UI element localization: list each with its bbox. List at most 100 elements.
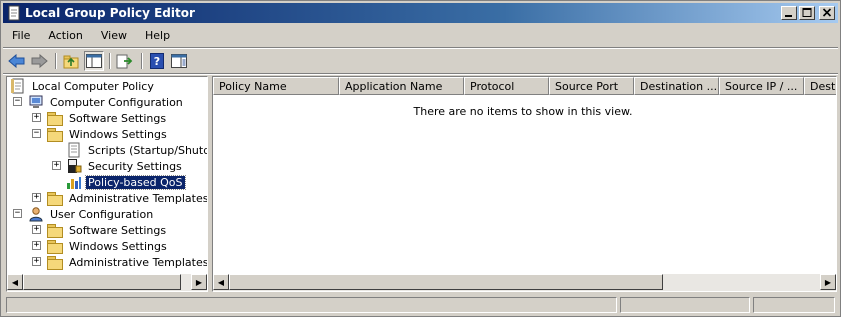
tree-item-label: Windows Settings <box>69 127 167 141</box>
tree-item-computer-configuration[interactable]: Computer Configuration <box>28 94 185 110</box>
folder-open-icon <box>47 127 63 142</box>
toolbar-separator <box>55 53 57 69</box>
list-header: Policy Name Application Name Protocol So… <box>213 77 836 95</box>
security-settings-icon <box>68 159 82 173</box>
scroll-thumb[interactable] <box>23 274 181 290</box>
back-icon <box>8 54 25 68</box>
scroll-thumb[interactable] <box>229 274 663 290</box>
status-panel <box>753 297 835 313</box>
tree-item-security-settings[interactable]: Security Settings <box>66 158 184 174</box>
up-folder-icon <box>63 55 79 69</box>
list-horizontal-scrollbar[interactable]: ◀ ▶ <box>213 274 836 291</box>
tree-horizontal-scrollbar[interactable]: ◀ ▶ <box>7 274 207 291</box>
properties-button[interactable] <box>169 51 189 71</box>
export-list-icon <box>116 54 133 69</box>
policy-tree: Local Computer Policy − Computer Configu… <box>7 77 207 273</box>
status-panel-main <box>6 297 617 313</box>
right-arrow-icon: ▶ <box>824 277 832 287</box>
tree-item-policy-based-qos[interactable]: Policy-based QoS <box>66 174 186 190</box>
computer-icon <box>29 95 43 108</box>
tree-item-label: Local Computer Policy <box>32 79 154 93</box>
window-title: Local Group Policy Editor <box>25 6 195 20</box>
collapse-toggle[interactable]: − <box>32 129 41 138</box>
list-pane[interactable]: Policy Name Application Name Protocol So… <box>212 76 837 292</box>
tree-item-label: Software Settings <box>69 111 167 125</box>
app-window: Local Group Policy Editor File Action Vi… <box>0 0 841 317</box>
tree-item-label: Policy-based QoS <box>85 174 186 190</box>
folder-icon <box>47 255 63 270</box>
help-button[interactable]: ? <box>147 51 167 71</box>
title-bar[interactable]: Local Group Policy Editor <box>3 3 838 23</box>
expand-toggle[interactable]: + <box>32 113 41 122</box>
minimize-button[interactable] <box>781 6 797 20</box>
toolbar-separator <box>109 53 111 69</box>
forward-icon <box>31 54 48 68</box>
maximize-icon <box>802 8 812 17</box>
toolbar-separator <box>141 53 143 69</box>
maximize-button[interactable] <box>799 6 815 20</box>
toolbar: ? <box>3 49 838 73</box>
tree-item-user-windows-settings[interactable]: Windows Settings <box>47 238 169 254</box>
back-button[interactable] <box>7 51 27 71</box>
tree-item-label: Computer Configuration <box>50 95 183 109</box>
column-destination[interactable]: Destination ... <box>634 77 719 95</box>
right-arrow-icon: ▶ <box>195 277 203 287</box>
policy-editor-icon <box>8 5 20 21</box>
column-policy-name[interactable]: Policy Name <box>213 77 339 95</box>
scroll-left-button[interactable]: ◀ <box>213 274 229 290</box>
minimize-icon <box>785 15 792 17</box>
expand-toggle[interactable]: + <box>52 161 61 170</box>
help-icon: ? <box>150 53 164 69</box>
column-application-name[interactable]: Application Name <box>339 77 464 95</box>
tree-item-label: Windows Settings <box>69 239 167 253</box>
forward-button[interactable] <box>29 51 49 71</box>
properties-icon <box>171 54 187 68</box>
tree-item-scripts[interactable]: Scripts (Startup/Shutdow <box>66 142 207 158</box>
tree-item-software-settings[interactable]: Software Settings <box>47 110 168 126</box>
show-hide-tree-icon <box>86 54 102 68</box>
tree-item-administrative-templates[interactable]: Administrative Templates <box>47 190 208 206</box>
column-protocol[interactable]: Protocol <box>464 77 549 95</box>
menu-action[interactable]: Action <box>39 25 91 47</box>
expand-toggle[interactable]: + <box>32 257 41 266</box>
empty-list-message: There are no items to show in this view. <box>413 105 633 118</box>
folder-icon <box>47 239 63 254</box>
column-source-ip[interactable]: Source IP / ... <box>719 77 804 95</box>
tree-pane[interactable]: Local Computer Policy − Computer Configu… <box>6 76 208 292</box>
scroll-right-button[interactable]: ▶ <box>191 274 207 290</box>
user-icon <box>29 207 43 222</box>
column-source-port[interactable]: Source Port <box>549 77 634 95</box>
expand-toggle[interactable]: + <box>32 241 41 250</box>
scroll-right-button[interactable]: ▶ <box>820 274 836 290</box>
tree-item-label: User Configuration <box>50 207 154 221</box>
menu-view[interactable]: View <box>92 25 136 47</box>
up-one-level-button[interactable] <box>61 51 81 71</box>
script-document-icon <box>68 142 80 158</box>
close-button[interactable] <box>819 6 835 20</box>
export-list-button[interactable] <box>115 51 135 71</box>
column-destination-ip[interactable]: Destin <box>804 77 836 95</box>
expand-toggle[interactable]: + <box>32 225 41 234</box>
left-arrow-icon: ◀ <box>11 277 19 287</box>
collapse-toggle[interactable]: − <box>13 97 22 106</box>
tree-item-windows-settings[interactable]: Windows Settings <box>47 126 169 142</box>
folder-icon <box>47 223 63 238</box>
tree-item-user-administrative-templates[interactable]: Administrative Templates <box>47 254 208 270</box>
tree-item-label: Administrative Templates <box>69 255 208 269</box>
scroll-left-button[interactable]: ◀ <box>7 274 23 290</box>
folder-icon <box>47 191 63 206</box>
menu-bar: File Action View Help <box>3 25 838 47</box>
collapse-toggle[interactable]: − <box>13 209 22 218</box>
folder-icon <box>47 111 63 126</box>
status-panel <box>620 297 750 313</box>
tree-item-local-computer-policy[interactable]: Local Computer Policy <box>10 78 156 94</box>
show-hide-tree-button[interactable] <box>84 51 104 71</box>
tree-item-user-configuration[interactable]: User Configuration <box>28 206 155 222</box>
tree-item-label: Administrative Templates <box>69 191 208 205</box>
expand-toggle[interactable]: + <box>32 193 41 202</box>
tree-item-user-software-settings[interactable]: Software Settings <box>47 222 168 238</box>
menu-file[interactable]: File <box>3 25 39 47</box>
tree-item-label: Security Settings <box>88 159 182 173</box>
menu-help[interactable]: Help <box>136 25 179 47</box>
close-icon <box>822 8 832 17</box>
